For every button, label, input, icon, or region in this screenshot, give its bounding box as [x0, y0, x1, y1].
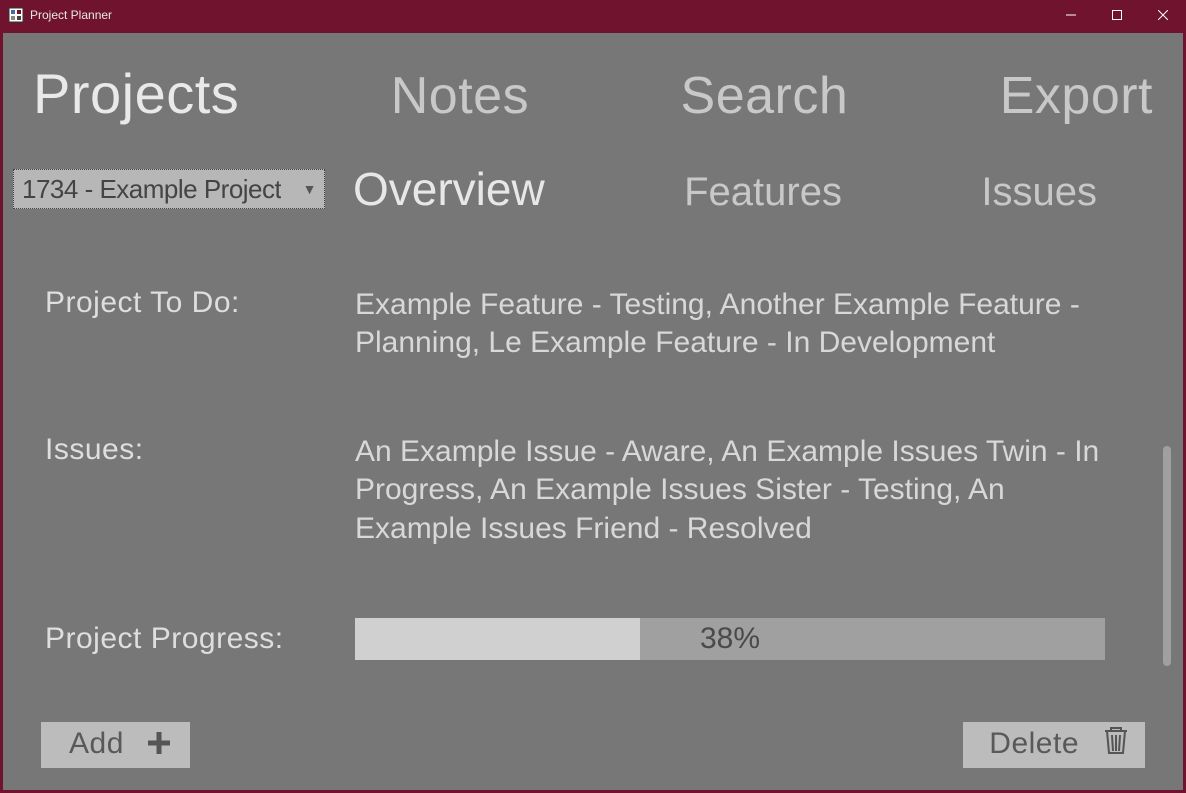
minimize-button[interactable]: [1048, 0, 1094, 30]
row-todo: Project To Do: Example Feature - Testing…: [45, 286, 1135, 363]
todo-label: Project To Do:: [45, 286, 335, 320]
close-button[interactable]: [1140, 0, 1186, 30]
maximize-button[interactable]: [1094, 0, 1140, 30]
window-title: Project Planner: [30, 8, 112, 22]
plus-icon: [146, 730, 172, 756]
tab-overview[interactable]: Overview: [353, 162, 545, 216]
progress-label: Project Progress:: [45, 622, 335, 656]
sub-nav: Overview Features Issues: [353, 162, 1153, 216]
todo-value: Example Feature - Testing, Another Examp…: [355, 286, 1135, 363]
issues-value: An Example Issue - Aware, An Example Iss…: [355, 433, 1135, 548]
progress-bar: 38%: [355, 618, 1105, 660]
row-progress: Project Progress: 38%: [45, 618, 1135, 660]
nav-search[interactable]: Search: [681, 66, 849, 126]
app-icon: [8, 7, 24, 23]
row-issues: Issues: An Example Issue - Aware, An Exa…: [45, 433, 1135, 548]
scrollbar-thumb[interactable]: [1163, 446, 1171, 666]
main-nav: Projects Notes Search Export: [3, 33, 1183, 136]
tab-features[interactable]: Features: [684, 170, 842, 215]
project-select-value: 1734 - Example Project: [22, 174, 281, 205]
scrollbar[interactable]: [1163, 446, 1173, 666]
trash-icon: [1101, 723, 1131, 765]
title-bar: Project Planner: [0, 0, 1186, 30]
chevron-down-icon: ▼: [303, 181, 316, 197]
nav-export[interactable]: Export: [1000, 66, 1153, 126]
progress-text: 38%: [355, 618, 1105, 660]
project-select[interactable]: 1734 - Example Project ▼: [13, 169, 325, 209]
nav-notes[interactable]: Notes: [391, 66, 529, 126]
tab-issues[interactable]: Issues: [981, 170, 1097, 215]
nav-projects[interactable]: Projects: [33, 61, 239, 126]
delete-button[interactable]: Delete: [963, 722, 1145, 768]
add-button-label: Add: [69, 727, 124, 761]
delete-button-label: Delete: [989, 727, 1079, 761]
issues-label: Issues:: [45, 433, 335, 467]
add-button[interactable]: Add: [41, 722, 190, 768]
